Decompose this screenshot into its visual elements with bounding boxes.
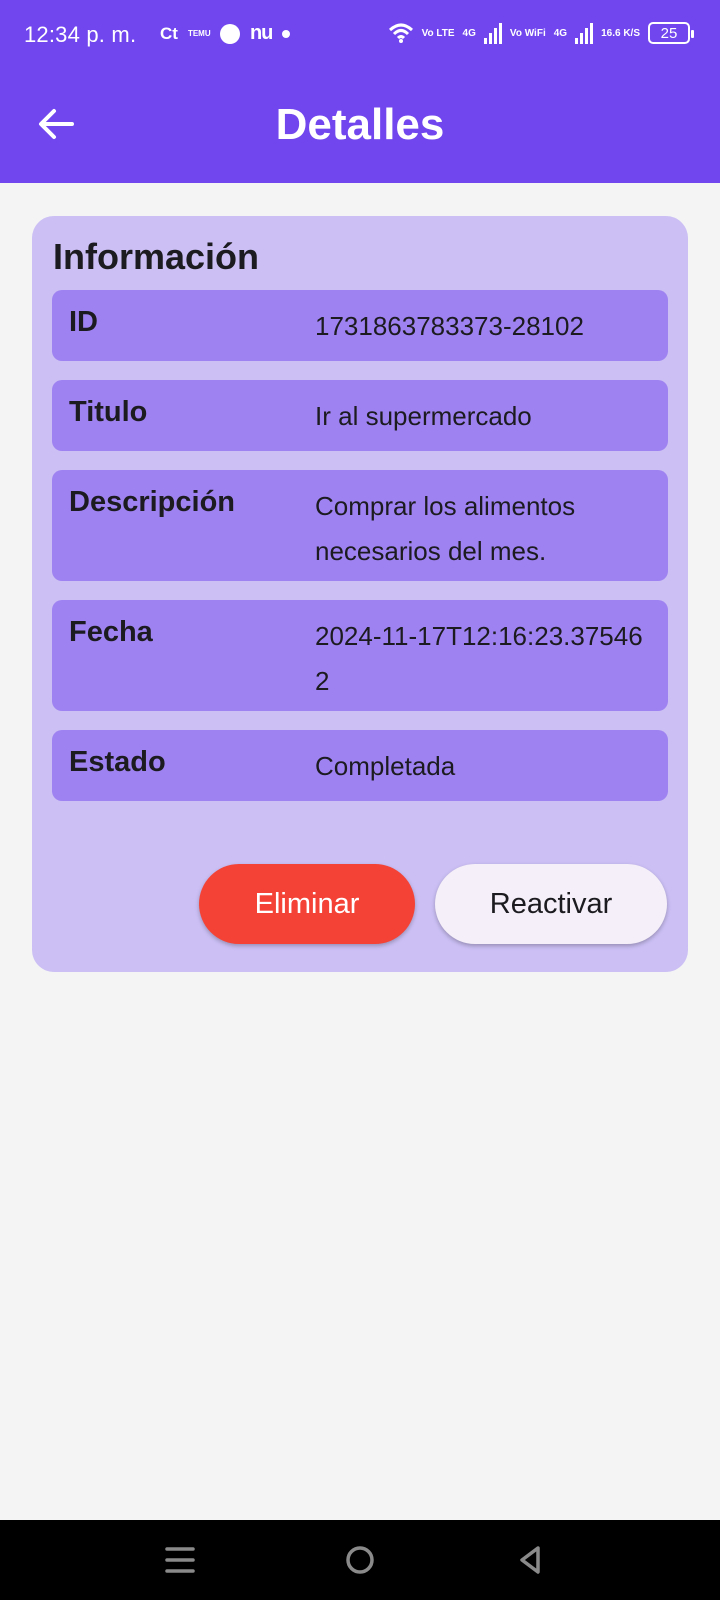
row-label: Descripción — [69, 486, 235, 518]
wifi-icon — [388, 23, 413, 43]
battery-icon: 25 — [648, 22, 694, 44]
status-time: 12:34 p. m. — [24, 22, 137, 47]
info-row-id: ID 1731863783373-28102 — [52, 290, 668, 361]
info-row-date: Fecha 2024-11-17T12:16:23.375462 — [52, 600, 668, 711]
back-triangle-icon — [520, 1546, 540, 1574]
info-row-title: Titulo Ir al supermercado — [52, 380, 668, 451]
home-button[interactable] — [340, 1540, 380, 1580]
network-type-2: 4G — [553, 27, 568, 39]
row-value: Completada — [315, 751, 456, 781]
volte-icon: Vo LTE — [421, 27, 455, 39]
reactivate-button[interactable]: Reactivar — [435, 864, 667, 944]
network-type-1: 4G — [462, 27, 476, 39]
row-label: Titulo — [69, 396, 148, 428]
temu-app-icon: TEMU — [187, 28, 211, 38]
system-back-button[interactable] — [510, 1540, 550, 1580]
card-title: Información — [53, 236, 260, 277]
ct-app-icon: Ct — [160, 23, 178, 43]
row-label: Fecha — [69, 616, 153, 648]
home-circle-icon — [346, 1546, 374, 1574]
info-row-description: Descripción Comprar los alimentos necesa… — [52, 470, 668, 581]
row-value: Ir al supermercado — [315, 401, 532, 431]
status-system-icons: Vo LTE 4G Vo WiFi 4G 16.6 K/S 25 — [388, 22, 694, 44]
status-bar: 12:34 p. m. Ct TEMU nu Vo LTE 4G Vo WiFi… — [0, 0, 720, 70]
more-notifications-dot-icon — [282, 29, 291, 38]
row-label: ID — [69, 306, 98, 338]
network-speed: 16.6 K/S — [601, 27, 640, 39]
row-value: Comprar los alimentos necesarios del mes… — [315, 491, 576, 566]
row-value: 2024-11-17T12:16:23.375462 — [315, 621, 643, 696]
row-value: 1731863783373-28102 — [315, 311, 584, 341]
system-nav-bar — [0, 1520, 720, 1600]
app-bar: Detalles — [0, 70, 720, 183]
row-label: Estado — [69, 746, 166, 778]
circle-notification-icon — [219, 23, 240, 44]
info-card: Información ID 1731863783373-28102 Titul… — [32, 216, 688, 972]
menu-icon — [165, 1547, 195, 1573]
status-notification-icons: Ct TEMU nu — [160, 22, 291, 45]
info-row-status: Estado Completada — [52, 730, 668, 801]
nu-app-icon: nu — [249, 22, 273, 44]
vowifi-icon: Vo WiFi — [509, 27, 546, 39]
delete-button[interactable]: Eliminar — [199, 864, 415, 944]
signal-strength-icon-1 — [483, 22, 502, 44]
page-title: Detalles — [275, 100, 445, 149]
battery-level: 25 — [660, 24, 678, 42]
recent-apps-button[interactable] — [160, 1540, 200, 1580]
signal-strength-icon-2 — [575, 22, 594, 44]
